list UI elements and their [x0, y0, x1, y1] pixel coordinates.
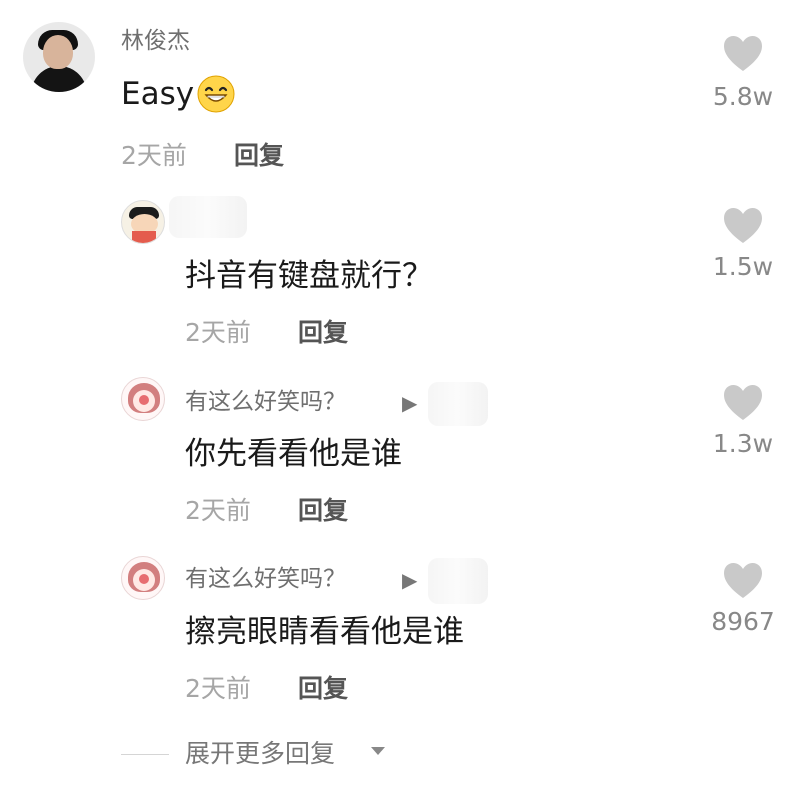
like-count: 8967: [711, 607, 775, 636]
avatar[interactable]: [121, 377, 165, 421]
reply-arrow-icon: ▶: [402, 568, 418, 592]
blurred-username: [428, 558, 488, 604]
reply-button[interactable]: 回复: [298, 317, 348, 349]
divider: [121, 754, 169, 755]
grin-emoji-icon: [196, 74, 236, 114]
reply-arrow-icon: ▶: [402, 391, 418, 415]
like-count: 1.3w: [712, 429, 774, 458]
blurred-username: [169, 196, 247, 238]
like-count: 5.8w: [712, 82, 774, 111]
avatar[interactable]: [23, 22, 95, 92]
comment-text-body: Easy: [121, 76, 195, 112]
avatar-face: [43, 35, 73, 69]
expand-more-label[interactable]: 展开更多回复: [185, 738, 335, 770]
reply-button[interactable]: 回复: [298, 495, 348, 527]
like-count: 1.5w: [712, 252, 774, 281]
triangle-down-icon[interactable]: [369, 742, 387, 760]
avatar-mark: [139, 574, 149, 584]
comment-time: 2天前: [121, 141, 187, 170]
blurred-username: [428, 382, 488, 426]
heart-icon[interactable]: [722, 35, 764, 73]
avatar[interactable]: [121, 556, 165, 600]
comment-username[interactable]: 林俊杰: [121, 26, 190, 56]
heart-icon[interactable]: [722, 384, 764, 422]
reply-time: 2天前: [185, 674, 251, 703]
reply-text: 抖音有键盘就行？: [185, 258, 433, 294]
avatar-shirt: [132, 231, 156, 243]
heart-icon[interactable]: [722, 207, 764, 245]
reply-time: 2天前: [185, 318, 251, 347]
reply-username[interactable]: 有这么好笑吗？: [185, 387, 346, 417]
avatar[interactable]: [121, 200, 165, 244]
comment-text: Easy: [121, 74, 236, 114]
reply-button[interactable]: 回复: [234, 140, 284, 172]
reply-time: 2天前: [185, 496, 251, 525]
reply-username[interactable]: 有这么好笑吗？: [185, 564, 346, 594]
reply-text: 你先看看他是谁: [185, 436, 402, 472]
avatar-mark: [139, 395, 149, 405]
heart-icon[interactable]: [722, 562, 764, 600]
reply-button[interactable]: 回复: [298, 673, 348, 705]
reply-text: 擦亮眼睛看看他是谁: [185, 614, 464, 650]
avatar-body: [31, 66, 87, 92]
